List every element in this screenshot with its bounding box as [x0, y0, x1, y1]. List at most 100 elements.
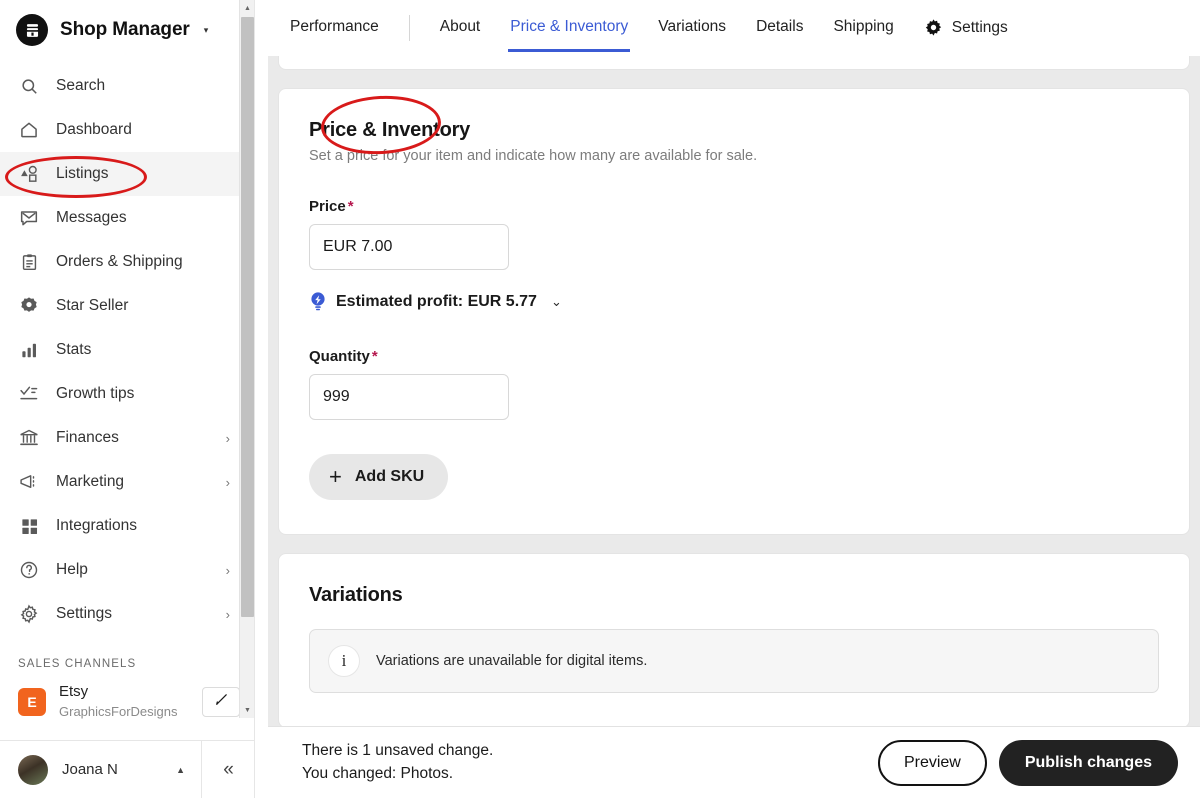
scroll-up-arrow-icon[interactable]: ▲: [240, 0, 254, 16]
unsaved-changes-bar: There is 1 unsaved change. You changed: …: [268, 726, 1200, 798]
tab-divider: [408, 15, 410, 41]
previous-card-stub: [278, 56, 1190, 70]
sidebar-item-star-seller[interactable]: Star Seller: [0, 284, 254, 328]
sidebar-item-listings[interactable]: Listings: [0, 152, 254, 196]
channel-text: Etsy GraphicsForDesigns: [59, 682, 189, 722]
chevron-right-icon: ›: [225, 562, 230, 578]
tab-price-inventory[interactable]: Price & Inventory: [508, 0, 631, 52]
chevron-down-icon[interactable]: ⌄: [551, 294, 562, 310]
preview-button[interactable]: Preview: [877, 739, 987, 786]
gear-icon: [924, 18, 943, 37]
quantity-input[interactable]: [309, 374, 509, 420]
publish-changes-button[interactable]: Publish changes: [998, 739, 1178, 786]
shop-name: Shop Manager: [60, 19, 190, 40]
required-asterisk: *: [347, 198, 354, 215]
required-asterisk: *: [371, 348, 378, 365]
etsy-badge-icon: E: [18, 688, 46, 716]
plus-icon: +: [329, 464, 342, 489]
question-mark-icon: [18, 559, 40, 581]
chevron-right-icon: ›: [225, 606, 230, 622]
tab-about[interactable]: About: [440, 0, 481, 52]
grid-squares-icon: [18, 515, 40, 537]
sidebar-item-settings[interactable]: Settings ›: [0, 592, 254, 636]
chevron-up-icon[interactable]: ▲: [176, 765, 185, 775]
tab-settings[interactable]: Settings: [924, 0, 1008, 53]
tab-performance[interactable]: Performance: [290, 0, 379, 52]
sidebar-item-orders-shipping[interactable]: Orders & Shipping: [0, 240, 254, 284]
user-menu[interactable]: Joana N ▲: [0, 754, 201, 785]
pencil-icon: [214, 692, 229, 712]
tab-shipping[interactable]: Shipping: [833, 0, 893, 52]
user-name: Joana N: [62, 761, 118, 778]
home-icon: [18, 119, 40, 141]
collapse-sidebar-button[interactable]: «: [201, 740, 254, 798]
sidebar-scrollbar[interactable]: ▲ ▼: [239, 0, 254, 718]
channel-shop-name: GraphicsForDesigns: [59, 704, 178, 719]
info-icon: i: [328, 645, 360, 677]
sidebar-item-label: Star Seller: [56, 297, 129, 314]
star-badge-icon: [18, 295, 40, 317]
sidebar-item-label: Settings: [56, 605, 113, 622]
sidebar-item-finances[interactable]: Finances ›: [0, 416, 254, 460]
sidebar-item-dashboard[interactable]: Dashboard: [0, 108, 254, 152]
sales-channels-heading: SALES CHANNELS: [18, 658, 137, 670]
price-label: Price *: [309, 198, 1159, 215]
sidebar-item-label: Search: [56, 77, 106, 94]
edit-channel-button[interactable]: [202, 687, 240, 717]
sales-channel-etsy[interactable]: E Etsy GraphicsForDesigns: [0, 680, 254, 722]
lightbulb-icon: [309, 292, 327, 312]
variations-info-text: Variations are unavailable for digital i…: [376, 653, 648, 669]
variations-info-box: i Variations are unavailable for digital…: [309, 629, 1159, 693]
double-chevron-left-icon: «: [223, 758, 234, 780]
sidebar-item-label: Messages: [56, 209, 127, 226]
main-content: Performance About Price & Inventory Vari…: [268, 0, 1200, 798]
sidebar-item-label: Help: [56, 561, 88, 578]
add-sku-button[interactable]: + Add SKU: [309, 454, 449, 500]
bar-chart-icon: [18, 339, 40, 361]
quantity-label: Quantity *: [309, 348, 1159, 365]
megaphone-icon: [18, 471, 40, 493]
chevron-down-icon[interactable]: ▾: [204, 25, 209, 35]
estimated-profit-text: Estimated profit: EUR 5.77: [336, 293, 537, 310]
channel-name: Etsy: [59, 683, 89, 700]
scrollbar-thumb[interactable]: [241, 17, 254, 617]
tab-details[interactable]: Details: [756, 0, 803, 52]
sidebar-item-label: Marketing: [56, 473, 125, 490]
sidebar-item-label: Listings: [56, 165, 109, 182]
sidebar-item-label: Finances: [56, 429, 119, 446]
tab-variations[interactable]: Variations: [658, 0, 726, 52]
unsaved-changes-line2: You changed: Photos.: [302, 764, 454, 782]
search-icon: [18, 75, 40, 97]
gear-icon: [18, 603, 40, 625]
sidebar-item-search[interactable]: Search: [0, 64, 254, 108]
add-sku-label: Add SKU: [354, 468, 425, 485]
listings-icon: [18, 163, 40, 185]
user-bar: Joana N ▲ «: [0, 740, 254, 798]
sidebar-item-growth-tips[interactable]: Growth tips: [0, 372, 254, 416]
sidebar-nav: Search Dashboard Listings Messages Order…: [0, 60, 254, 636]
sidebar-item-marketing[interactable]: Marketing ›: [0, 460, 254, 504]
checklist-icon: [18, 383, 40, 405]
sidebar-item-integrations[interactable]: Integrations: [0, 504, 254, 548]
sidebar-item-stats[interactable]: Stats: [0, 328, 254, 372]
price-input[interactable]: [309, 224, 509, 270]
bank-icon: [18, 427, 40, 449]
sidebar-item-label: Integrations: [56, 517, 137, 534]
chevron-right-icon: ›: [225, 430, 230, 446]
envelope-icon: [18, 207, 40, 229]
shop-switcher[interactable]: Shop Manager ▾: [0, 0, 254, 60]
scroll-down-arrow-icon[interactable]: ▼: [240, 702, 254, 718]
tab-settings-label: Settings: [951, 18, 1008, 36]
shop-manager-app: Shop Manager ▾ Search Dashboard Listings…: [0, 0, 1200, 798]
user-avatar: [18, 754, 48, 785]
page-scroll-area[interactable]: Price & Inventory Set a price for your i…: [268, 56, 1200, 726]
sidebar-item-messages[interactable]: Messages: [0, 196, 254, 240]
card-subtitle: Set a price for your item and indicate h…: [309, 148, 758, 164]
page-title: Price & Inventory: [309, 119, 471, 141]
sidebar-item-label: Growth tips: [56, 385, 135, 402]
clipboard-icon: [18, 251, 40, 273]
sidebar-item-label: Stats: [56, 341, 92, 358]
estimated-profit-row[interactable]: Estimated profit: EUR 5.77 ⌄: [309, 292, 1159, 312]
sidebar-item-help[interactable]: Help ›: [0, 548, 254, 592]
price-inventory-card: Price & Inventory Set a price for your i…: [278, 88, 1190, 535]
